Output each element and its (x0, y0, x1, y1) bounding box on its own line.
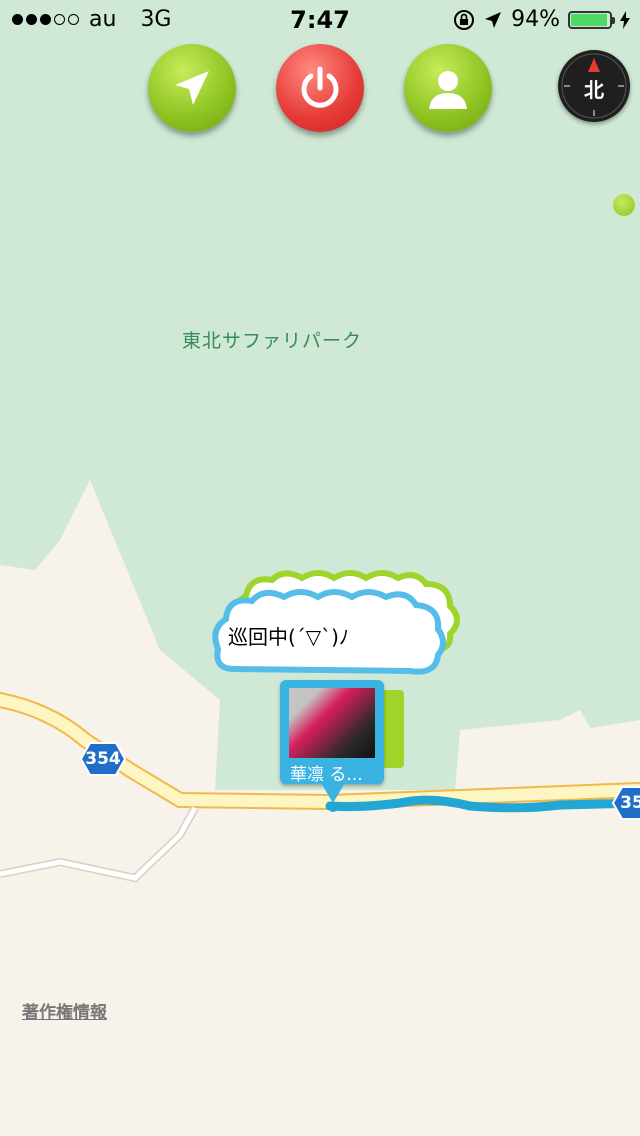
charging-icon (620, 10, 630, 29)
photo-pin[interactable]: 華凛 る... (280, 680, 384, 785)
status-bar: au 3G 7:47 94% (0, 0, 640, 40)
photo-caption: 華凛 る... (290, 765, 363, 785)
status-right: 94% (453, 7, 630, 32)
power-button[interactable] (276, 44, 364, 132)
route-number-2: 35 (620, 793, 640, 813)
power-icon (301, 66, 339, 108)
bubble-text: 巡回中(´▽`)ﾉ (228, 625, 349, 649)
copyright-link[interactable]: 著作権情報 (22, 998, 107, 1023)
battery-icon (568, 10, 615, 29)
compass-button[interactable]: 北 (558, 50, 630, 122)
route-number: 354 (85, 749, 121, 769)
compass-north-label: 北 (584, 78, 604, 102)
location-arrow-icon (175, 71, 209, 105)
profile-button[interactable] (404, 44, 492, 132)
route-shield-2: 35 (612, 786, 640, 820)
route-shield: 354 (80, 742, 126, 776)
locate-button[interactable] (148, 44, 236, 132)
battery-percent: 94% (511, 7, 560, 32)
location-services-icon (485, 11, 502, 28)
person-icon (429, 71, 467, 109)
rotation-lock-icon (454, 9, 475, 30)
back-photo-pin[interactable] (382, 690, 404, 768)
map-marker-dot[interactable] (613, 194, 635, 216)
place-label: 東北サファリパーク (182, 330, 363, 352)
pin-pointer (321, 783, 345, 812)
photo-thumbnail (289, 688, 375, 758)
